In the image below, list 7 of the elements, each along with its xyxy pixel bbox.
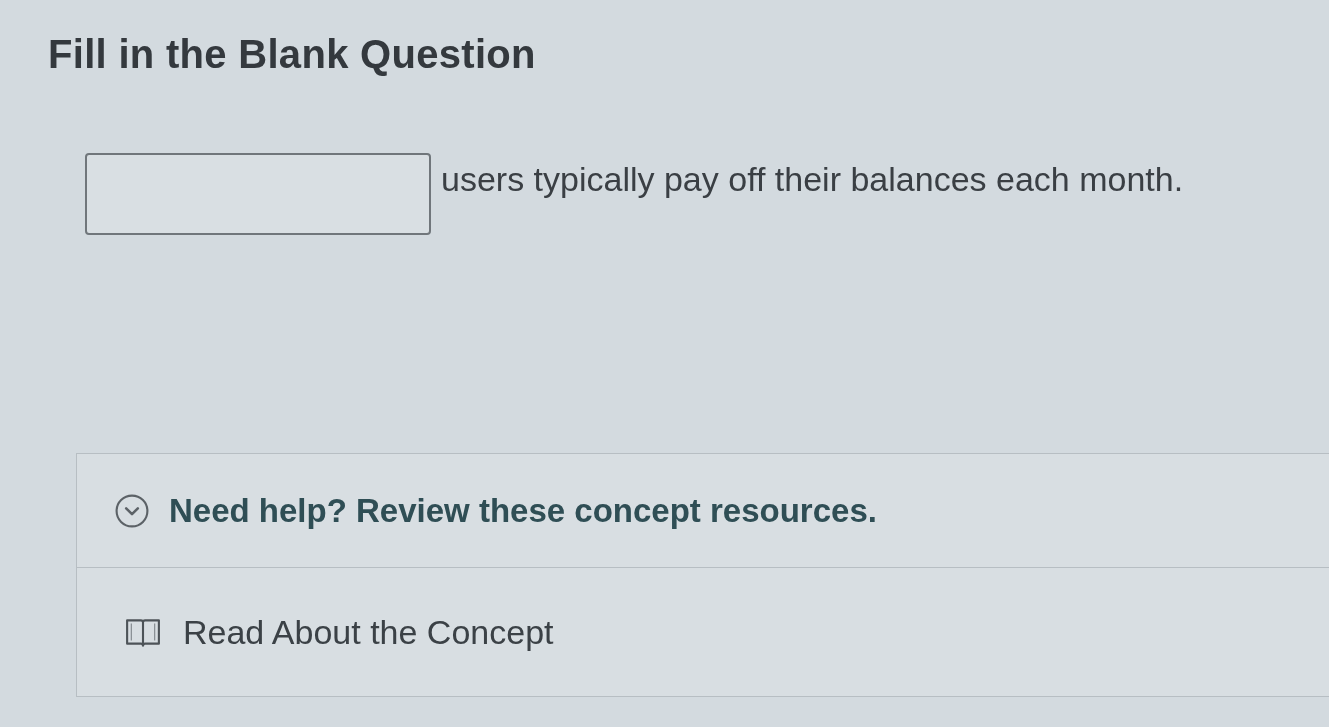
concept-link[interactable]: Read About the Concept bbox=[125, 612, 554, 652]
question-title: Fill in the Blank Question bbox=[48, 31, 536, 78]
question-text: users typically pay off their balances each month. bbox=[441, 159, 1184, 199]
chevron-icon bbox=[115, 493, 149, 528]
help-toggle[interactable]: Need help? Review these concept resources. bbox=[115, 491, 877, 530]
answer-field[interactable] bbox=[85, 153, 431, 235]
book-icon bbox=[125, 616, 161, 648]
